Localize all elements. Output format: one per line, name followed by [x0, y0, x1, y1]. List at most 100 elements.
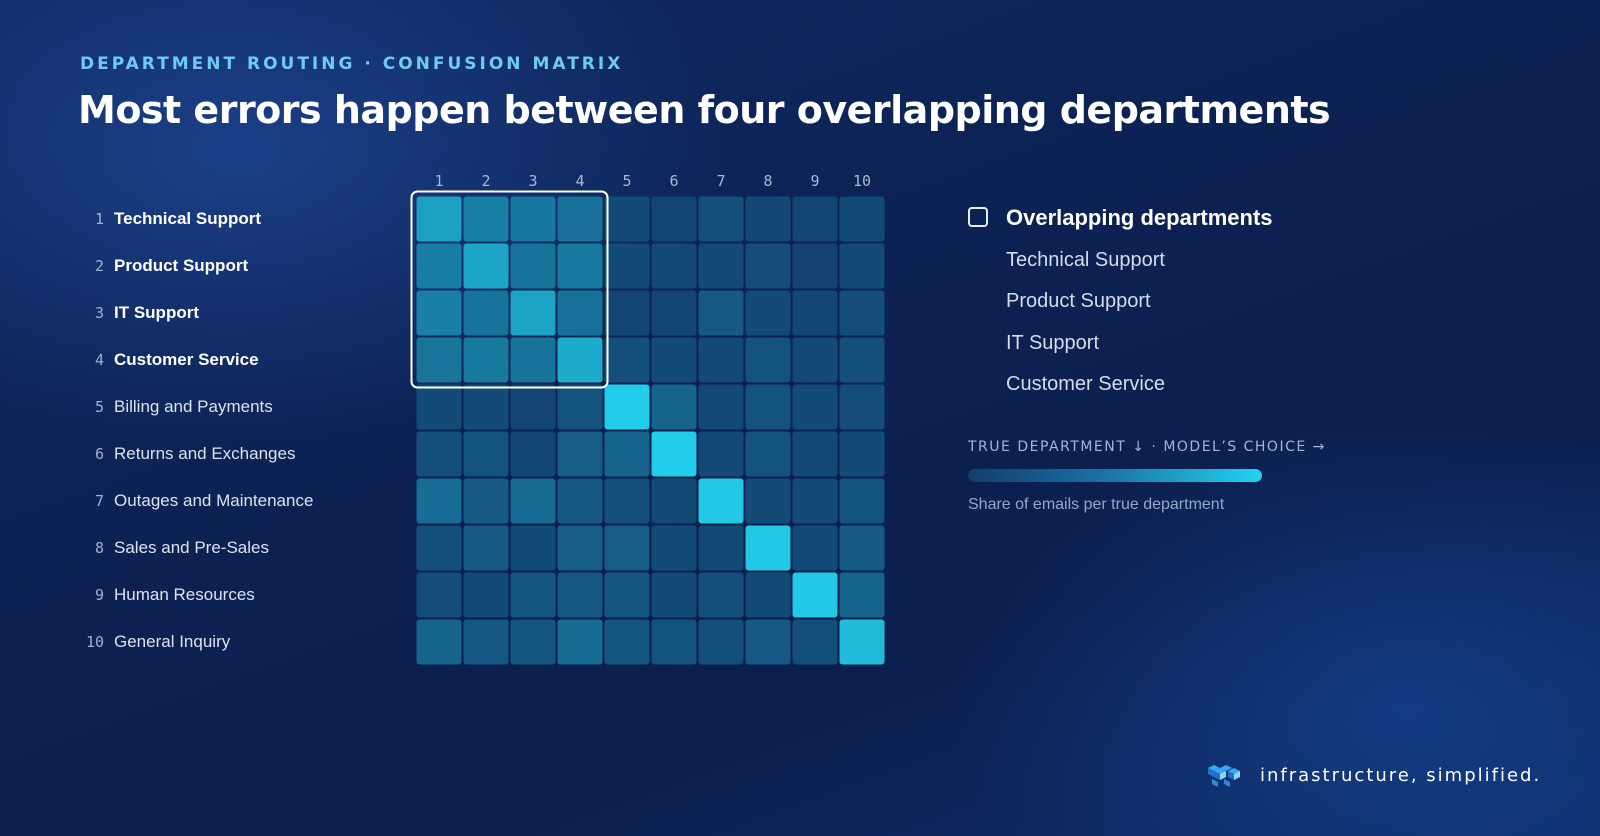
matrix-cell — [510, 572, 556, 618]
row-label: 4 Customer Service — [80, 350, 259, 370]
matrix-cell — [557, 384, 603, 430]
matrix-cell — [604, 478, 650, 524]
column-label: 4 — [575, 172, 585, 190]
matrix-cell — [698, 196, 744, 242]
matrix-cell — [839, 337, 885, 383]
eyebrow-label: DEPARTMENT ROUTING · CONFUSION MATRIX — [80, 54, 624, 74]
row-department-label: Customer Service — [114, 350, 259, 369]
row-number: 6 — [94, 445, 104, 463]
matrix-cell — [698, 431, 744, 477]
matrix-cell — [651, 525, 697, 571]
row-department-label: Returns and Exchanges — [114, 444, 296, 463]
matrix-cell — [604, 196, 650, 242]
matrix-cell — [510, 619, 556, 665]
matrix-cell — [698, 290, 744, 336]
matrix-cell — [745, 196, 791, 242]
matrix-cell — [839, 525, 885, 571]
column-label: 2 — [481, 172, 491, 190]
overlap-checkbox[interactable] — [968, 207, 988, 227]
matrix-cell — [510, 243, 556, 289]
matrix-cell — [651, 478, 697, 524]
legend-item-it-support: IT Support — [1006, 332, 1100, 354]
row-department-label: IT Support — [114, 303, 199, 322]
matrix-cell — [604, 431, 650, 477]
matrix-cell — [510, 337, 556, 383]
matrix-cell — [463, 243, 509, 289]
matrix-cell — [557, 572, 603, 618]
legend-item-technical-support: Technical Support — [1006, 249, 1165, 271]
brand: infrastructure, simplified. — [1202, 760, 1541, 790]
row-label: 8 Sales and Pre-Sales — [80, 538, 269, 558]
matrix-cell — [463, 478, 509, 524]
matrix-cell — [557, 431, 603, 477]
matrix-cell — [745, 243, 791, 289]
matrix-cell — [557, 337, 603, 383]
matrix-cell — [604, 525, 650, 571]
matrix-cell — [745, 619, 791, 665]
matrix-cell — [698, 243, 744, 289]
matrix-cell — [416, 196, 462, 242]
row-department-label: Product Support — [114, 256, 249, 275]
matrix-cell — [839, 619, 885, 665]
matrix-cell — [651, 196, 697, 242]
matrix-cell — [792, 243, 838, 289]
matrix-cell — [839, 384, 885, 430]
row-number: 10 — [85, 633, 104, 651]
matrix-cell — [792, 431, 838, 477]
color-scale-caption: Share of emails per true department — [968, 496, 1225, 513]
matrix-cell — [604, 243, 650, 289]
stacked-cubes-logo-icon — [1208, 765, 1240, 787]
row-department-label: Human Resources — [114, 585, 255, 604]
matrix-cell — [557, 290, 603, 336]
row-label: 2 Product Support — [80, 256, 248, 276]
matrix-cell — [792, 478, 838, 524]
matrix-cell — [698, 337, 744, 383]
matrix-cell — [463, 196, 509, 242]
matrix-cell — [792, 384, 838, 430]
matrix-cell — [416, 525, 462, 571]
matrix-cell — [839, 431, 885, 477]
column-label: 6 — [669, 172, 679, 190]
row-department-label: Technical Support — [114, 209, 262, 228]
row-number: 9 — [94, 586, 104, 604]
matrix-cell — [510, 431, 556, 477]
matrix-cell — [839, 290, 885, 336]
matrix-cell — [792, 572, 838, 618]
column-label: 5 — [622, 172, 632, 190]
matrix-cell — [463, 337, 509, 383]
matrix-cell — [839, 196, 885, 242]
row-label: 1 Technical Support — [80, 209, 261, 229]
matrix-cell — [651, 619, 697, 665]
matrix-cell — [839, 243, 885, 289]
matrix-cell — [416, 290, 462, 336]
legend-item-product-support: Product Support — [1006, 290, 1151, 312]
row-department-label: Billing and Payments — [114, 397, 273, 416]
matrix-cell — [557, 525, 603, 571]
matrix-cell — [745, 431, 791, 477]
matrix-cell — [416, 384, 462, 430]
column-label: 10 — [852, 172, 872, 190]
matrix-cell — [651, 572, 697, 618]
axis-note: TRUE DEPARTMENT ↓ · MODEL’S CHOICE → — [968, 439, 1326, 455]
matrix-cell — [651, 290, 697, 336]
matrix-cell — [463, 384, 509, 430]
column-label: 1 — [434, 172, 444, 190]
row-label: 10 General Inquiry — [80, 632, 230, 652]
matrix-cell — [416, 478, 462, 524]
matrix-cell — [651, 243, 697, 289]
matrix-cell — [698, 525, 744, 571]
matrix-cell — [557, 196, 603, 242]
column-label: 9 — [810, 172, 820, 190]
matrix-cell — [651, 384, 697, 430]
column-label: 7 — [716, 172, 726, 190]
matrix-cell — [604, 290, 650, 336]
brand-tagline: infrastructure, simplified. — [1260, 764, 1542, 786]
matrix-cell — [792, 290, 838, 336]
matrix-cell — [698, 619, 744, 665]
matrix-cell — [416, 572, 462, 618]
column-label: 8 — [763, 172, 773, 190]
matrix-cell — [745, 384, 791, 430]
legend-title: Overlapping departments — [1006, 205, 1273, 230]
matrix-cell — [557, 619, 603, 665]
matrix-cell — [698, 478, 744, 524]
